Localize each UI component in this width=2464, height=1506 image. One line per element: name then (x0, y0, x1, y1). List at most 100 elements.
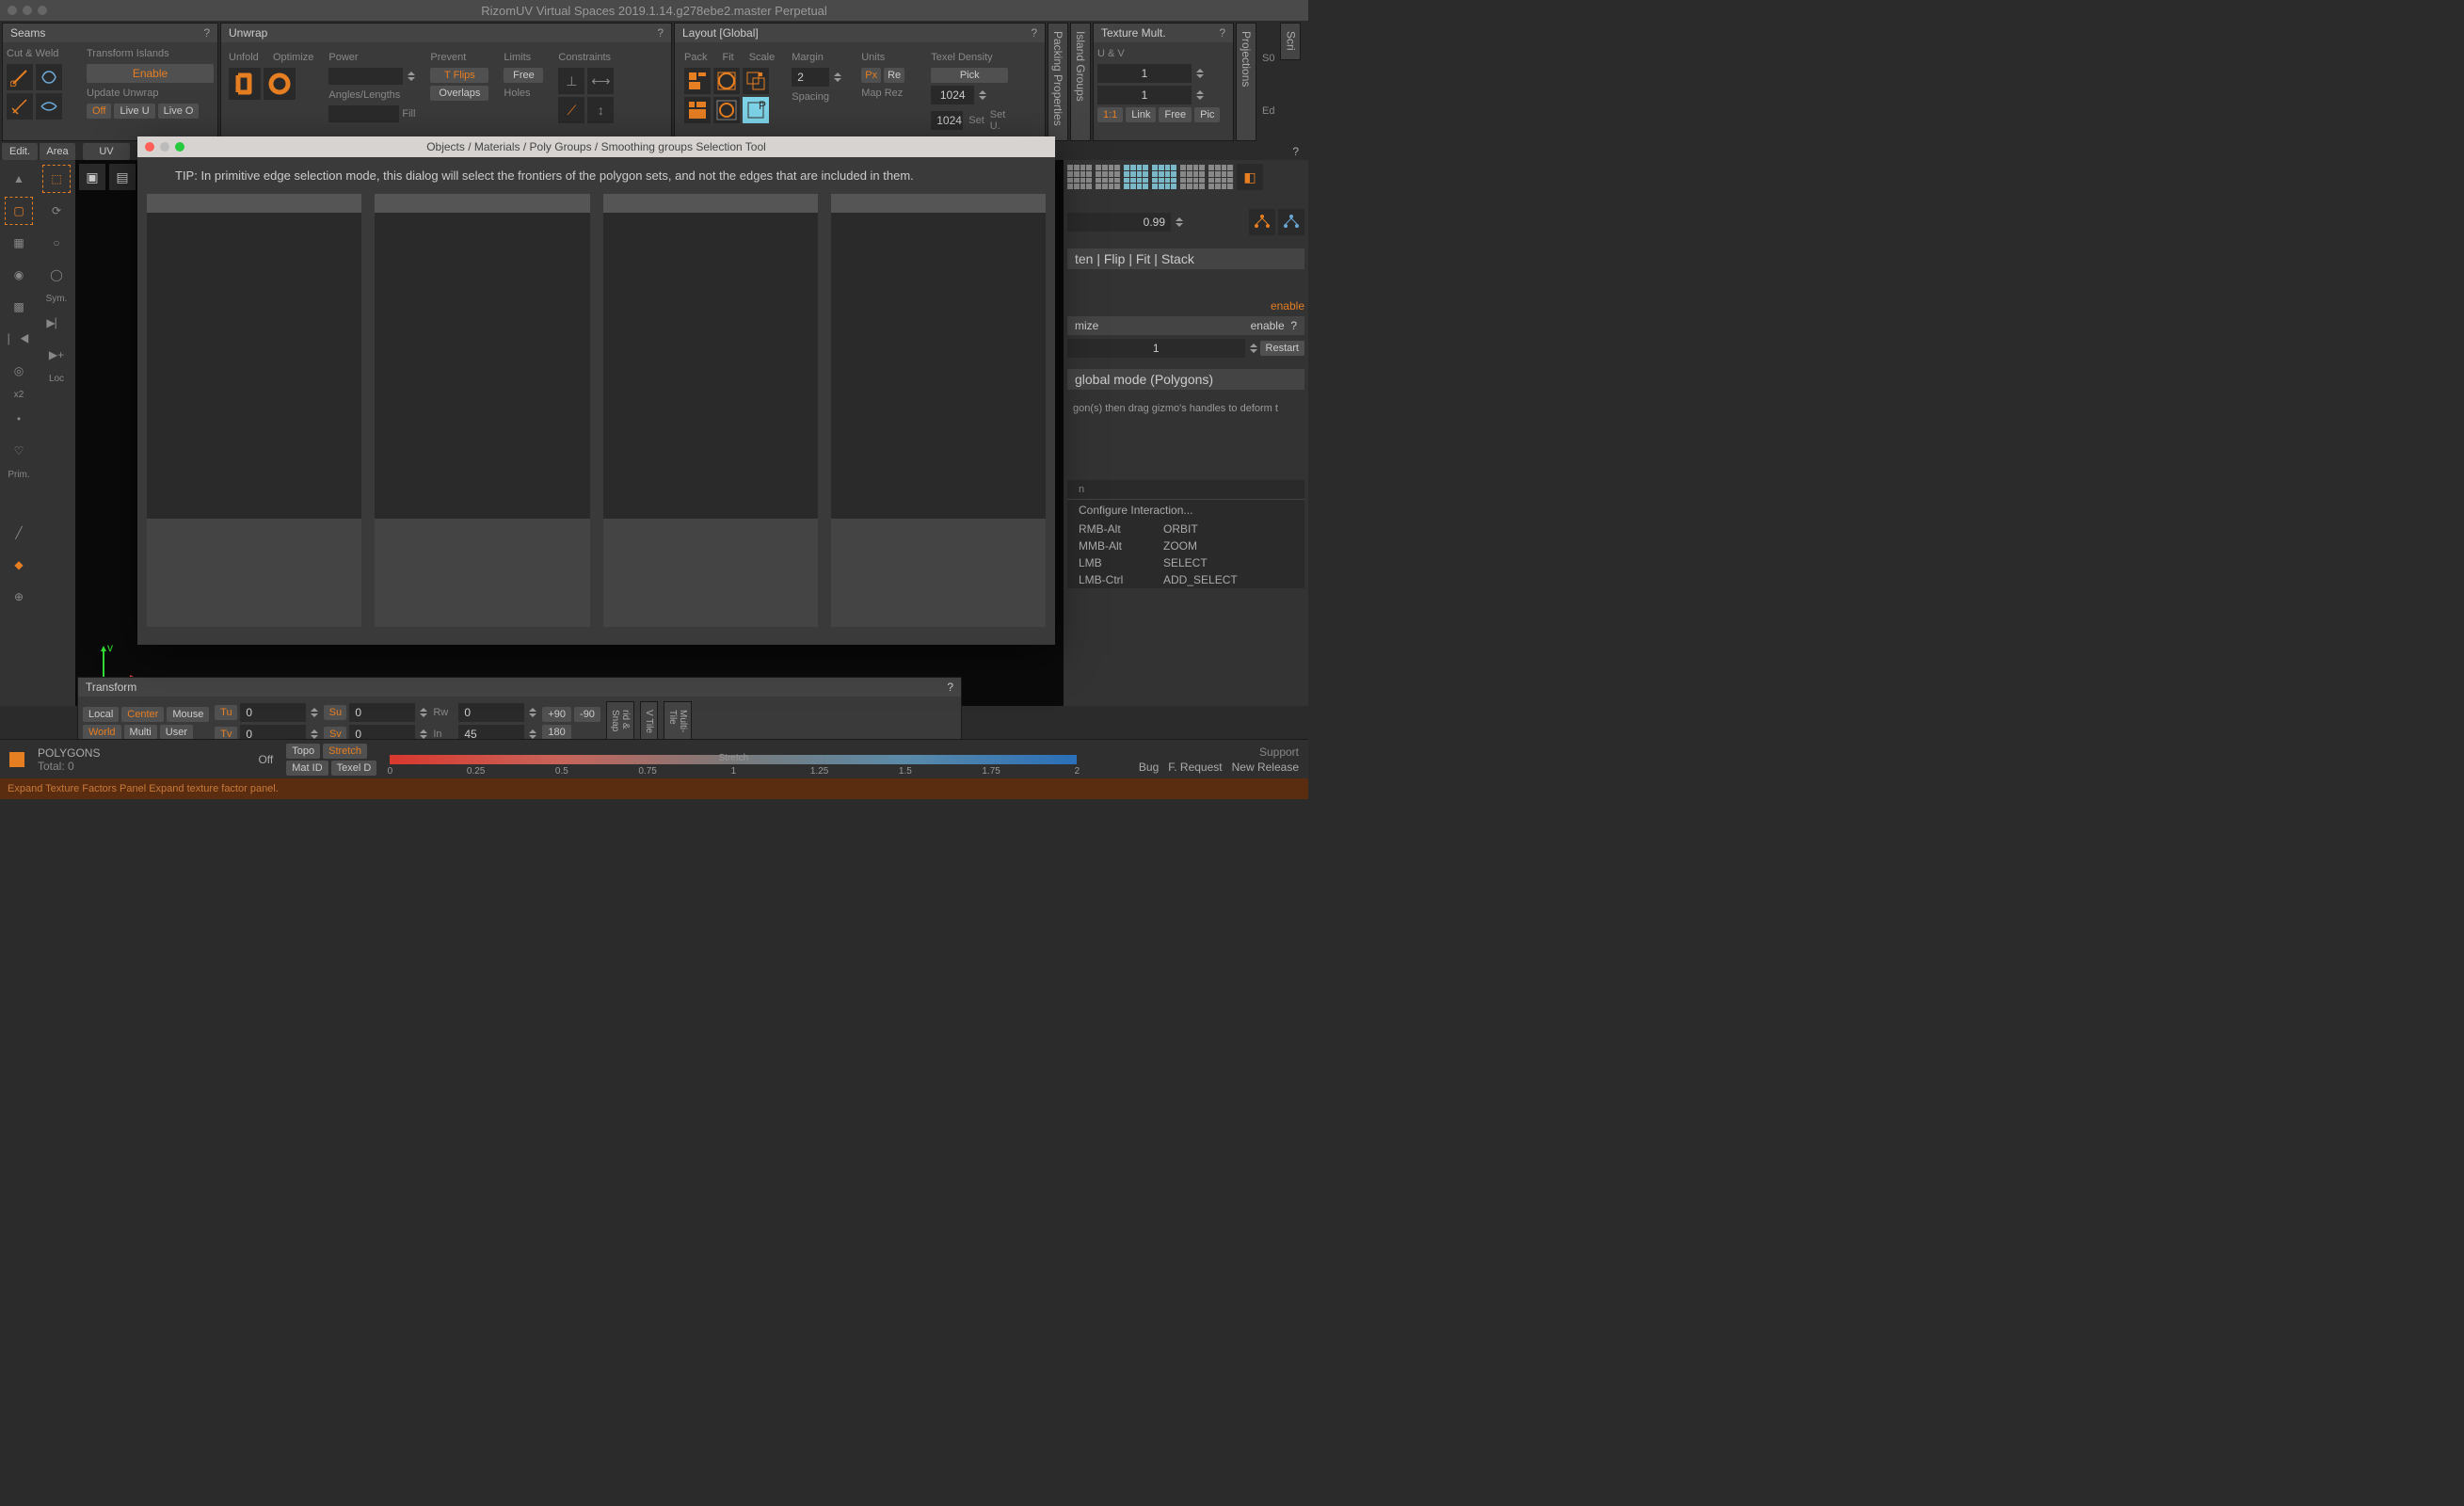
link-button[interactable]: Link (1126, 107, 1156, 122)
frame-select-icon[interactable]: ▣ (79, 164, 105, 190)
r180-button[interactable]: 180 (542, 725, 570, 740)
help-icon[interactable]: ? (657, 26, 664, 40)
scale-alt-icon[interactable]: P (743, 97, 769, 123)
grid-icon[interactable]: ▩ (6, 294, 32, 320)
grid-preset-4[interactable] (1152, 165, 1176, 189)
poly-icon[interactable]: ◆ (6, 552, 32, 578)
one-one-button[interactable]: 1:1 (1097, 107, 1123, 122)
min-icon[interactable] (160, 142, 169, 152)
constraint-edge-icon[interactable]: ⟋ (558, 97, 584, 123)
shield-icon[interactable]: ♡ (6, 438, 32, 464)
texmult-spinner2[interactable] (1196, 90, 1204, 100)
tv-spinner[interactable] (311, 729, 318, 739)
texmult-spinner[interactable] (1196, 69, 1204, 78)
help-icon[interactable]: ? (203, 26, 210, 40)
opt-help[interactable]: ? (1290, 319, 1297, 332)
help-icon[interactable]: ? (1219, 26, 1225, 40)
factor-spinner[interactable] (1176, 217, 1183, 227)
tflips-button[interactable]: T Flips (430, 68, 488, 83)
texmult-input[interactable]: 1 (1097, 64, 1192, 83)
sv-spinner[interactable] (420, 729, 427, 739)
uv-tab[interactable]: UV (83, 143, 130, 160)
opt-spinner[interactable] (1250, 344, 1257, 353)
in-spinner[interactable] (529, 729, 536, 739)
weld-icon[interactable] (36, 64, 62, 90)
restart-button[interactable]: Restart (1260, 341, 1304, 356)
slot-materials[interactable] (375, 194, 589, 627)
close-icon[interactable] (145, 142, 154, 152)
align-right-icon[interactable]: ▶⎸ (43, 310, 70, 336)
line-icon[interactable]: ╱ (6, 520, 32, 546)
enable-link[interactable]: enable (1271, 299, 1304, 312)
constraint-h-icon[interactable]: ⟷ (587, 68, 614, 94)
scale-icon[interactable] (743, 68, 769, 94)
m90-button[interactable]: -90 (574, 707, 600, 722)
grid-preset-5[interactable] (1180, 165, 1205, 189)
close-dot[interactable] (8, 6, 17, 15)
frequest-link[interactable]: F. Request (1168, 761, 1222, 774)
maprez-spinner[interactable] (979, 90, 986, 100)
mesh-icon[interactable]: ▦ (6, 230, 32, 256)
help-icon[interactable]: ? (1031, 26, 1037, 40)
free-button[interactable]: Free (1159, 107, 1192, 122)
topo-button[interactable]: Topo (286, 744, 320, 759)
flatten-header[interactable]: ten | Flip | Fit | Stack (1067, 248, 1304, 269)
island-groups-tab[interactable]: Island Groups (1070, 23, 1091, 141)
constraint-pin-icon[interactable]: ⊥ (558, 68, 584, 94)
fit-alt-icon[interactable] (713, 97, 740, 123)
grid-preset-7[interactable]: ◧ (1237, 164, 1263, 190)
grid-preset-2[interactable] (1096, 165, 1120, 189)
px-button[interactable]: Px (861, 68, 881, 83)
slot-objects[interactable] (147, 194, 361, 627)
projections-tab[interactable]: Projections (1236, 23, 1256, 141)
cut-icon[interactable] (7, 64, 33, 90)
globe-icon[interactable]: ⊕ (6, 584, 32, 610)
pack-alt-icon[interactable] (684, 97, 711, 123)
rw-input[interactable]: 0 (458, 703, 524, 722)
edit-tab[interactable]: Edit. (2, 143, 38, 160)
factor-input[interactable]: 0.99 (1067, 213, 1171, 232)
off-label[interactable]: Off (258, 753, 273, 766)
x2-label[interactable]: x2 (14, 390, 24, 400)
help-icon[interactable]: ? (947, 681, 953, 694)
pick-button[interactable]: Pick (931, 68, 1008, 83)
mouse-button[interactable]: Mouse (167, 707, 209, 722)
circle-icon[interactable]: ◯ (43, 262, 70, 288)
min-dot[interactable] (23, 6, 32, 15)
max-dot[interactable] (38, 6, 47, 15)
marquee-icon[interactable]: ⬚ (43, 166, 70, 192)
world-button[interactable]: World (83, 725, 121, 740)
rect-select-icon[interactable]: ▢ (6, 198, 32, 224)
multi-button[interactable]: Multi (124, 725, 157, 740)
dialog-titlebar[interactable]: Objects / Materials / Poly Groups / Smoo… (137, 136, 1055, 157)
power-input[interactable] (328, 68, 403, 85)
local-button[interactable]: Local (83, 707, 119, 722)
opt-input[interactable]: 1 (1067, 339, 1245, 358)
area-tab[interactable]: Area (40, 143, 75, 160)
stretch-button[interactable]: Stretch (323, 744, 367, 759)
tree-icon-a[interactable] (1249, 209, 1275, 235)
snap-icon[interactable]: ▶+ (43, 342, 70, 368)
scripts-tab[interactable]: Scri (1280, 23, 1301, 60)
opt-enable[interactable]: enable (1251, 319, 1285, 332)
enable-button[interactable]: Enable (87, 64, 214, 83)
grid-preset-6[interactable] (1208, 165, 1233, 189)
newrelease-link[interactable]: New Release (1232, 761, 1299, 774)
margin-input[interactable]: 2 (792, 68, 829, 87)
help-icon[interactable]: ? (1285, 143, 1306, 160)
overlaps-button[interactable]: Overlaps (430, 86, 488, 101)
packing-properties-tab[interactable]: Packing Properties (1048, 23, 1068, 141)
unfold-icon[interactable] (229, 68, 261, 100)
pic-button[interactable]: Pic (1194, 107, 1220, 122)
bug-link[interactable]: Bug (1139, 761, 1159, 774)
grid-preset-3[interactable] (1124, 165, 1148, 189)
margin-spinner[interactable] (834, 72, 841, 82)
configure-interaction-item[interactable]: Configure Interaction... (1067, 500, 1304, 521)
power-spinner[interactable] (408, 72, 415, 81)
matid-button[interactable]: Mat ID (286, 761, 328, 776)
live-u-button[interactable]: Live U (114, 104, 154, 119)
weld-alt-icon[interactable] (36, 93, 62, 120)
frame-all-icon[interactable]: ▤ (109, 164, 136, 190)
optimize-icon[interactable] (264, 68, 296, 100)
align-left-icon[interactable]: ⎸◀ (6, 326, 32, 352)
